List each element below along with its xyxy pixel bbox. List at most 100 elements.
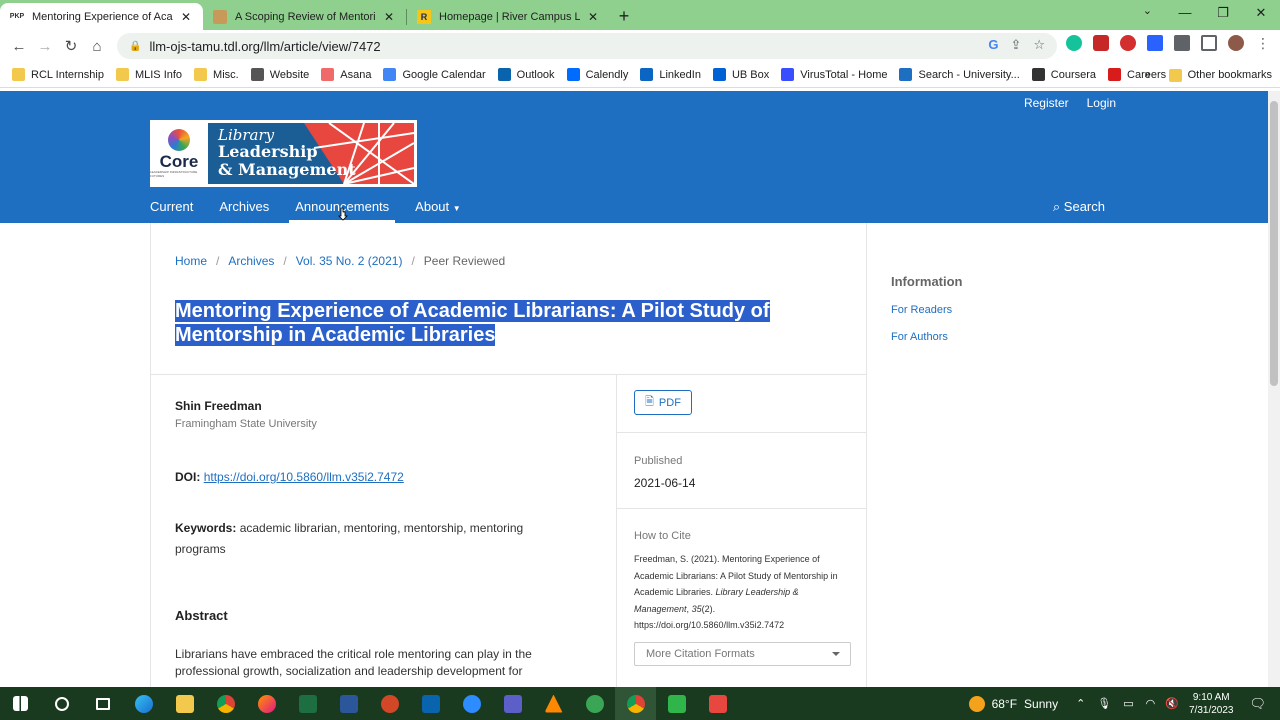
chrome-icon[interactable] [205, 687, 246, 720]
close-tab-icon[interactable]: ✕ [586, 10, 600, 24]
minimize-icon[interactable]: — [1166, 0, 1204, 26]
task-view-icon[interactable] [82, 687, 123, 720]
bookmark-item[interactable]: Website [250, 68, 309, 81]
profile-avatar[interactable] [1228, 35, 1244, 51]
breadcrumb-home[interactable]: Home [175, 254, 207, 268]
google-icon[interactable]: G [988, 37, 998, 53]
sidebar-link-for-readers[interactable]: For Readers [891, 304, 963, 316]
search-icon[interactable] [41, 687, 82, 720]
close-tab-icon[interactable]: ✕ [179, 10, 193, 24]
breadcrumb-issue[interactable]: Vol. 35 No. 2 (2021) [296, 254, 403, 268]
home-icon[interactable]: ⌂ [84, 38, 110, 55]
powerpoint-icon[interactable] [369, 687, 410, 720]
citation-formats-dropdown[interactable]: More Citation Formats [634, 642, 851, 666]
nav-about[interactable]: About ▼ [415, 199, 461, 214]
bookmark-item[interactable]: Misc. [194, 68, 239, 81]
bookmark-item[interactable]: Coursera [1031, 68, 1096, 81]
bookmark-item[interactable]: Search - University... [899, 68, 1020, 81]
menu-kebab-icon[interactable]: ⋮ [1255, 35, 1271, 51]
firefox-icon[interactable] [246, 687, 287, 720]
bookmark-item[interactable]: MLIS Info [115, 68, 182, 81]
pdf-galley-button[interactable]: 🗎 PDF [634, 390, 692, 415]
vlc-icon[interactable] [533, 687, 574, 720]
bookmark-label: UB Box [731, 68, 770, 81]
edge-icon[interactable] [123, 687, 164, 720]
site-logo[interactable]: Core LEADERSHIP INFRASTRUCTURE FUTURES L… [150, 120, 417, 187]
sidebar-link-for-authors[interactable]: For Authors [891, 331, 963, 343]
tab-title: A Scoping Review of Mentoring P [235, 10, 376, 23]
logo-line-library: Library [218, 126, 275, 144]
notification-icon[interactable]: 🗨 [1249, 696, 1266, 712]
published-label: Published [634, 455, 683, 467]
close-tab-icon[interactable]: ✕ [382, 10, 396, 24]
main-content: Home / Archives / Vol. 35 No. 2 (2021) / Peer … [150, 223, 867, 687]
bookmark-item[interactable]: RCL Internship [12, 68, 104, 81]
adblock-icon[interactable] [1120, 35, 1136, 51]
author-name: Shin Freedman [175, 399, 262, 413]
share-icon[interactable]: ⇪ [1010, 37, 1021, 53]
calendar-icon [383, 68, 397, 81]
address-bar[interactable]: 🔒 llm-ojs-tamu.tdl.org/llm/article/view/… [117, 33, 1057, 59]
other-bookmarks[interactable]: Other bookmarks [1188, 69, 1272, 81]
bookmark-item[interactable]: Google Calendar [383, 68, 486, 81]
browser-tab-active[interactable]: PKP Mentoring Experience of Academ ✕ [0, 3, 203, 30]
grammarly-icon[interactable] [1066, 35, 1082, 51]
bookmarks-overflow-icon[interactable]: » [1145, 69, 1151, 81]
close-window-icon[interactable]: ✕ [1242, 0, 1280, 26]
article-details: 🗎 PDF Published 2021-06-14 How to Cite F… [616, 375, 867, 687]
bookmark-item[interactable]: UB Box [712, 68, 770, 81]
notion-n-icon[interactable] [1147, 35, 1163, 51]
restore-icon[interactable]: ❐ [1204, 0, 1242, 26]
browser-tab-scoping-review[interactable]: A Scoping Review of Mentoring P ✕ [203, 3, 406, 30]
wifi-icon[interactable]: ◠ [1146, 697, 1156, 710]
register-link[interactable]: Register [1024, 96, 1069, 110]
word-icon[interactable] [328, 687, 369, 720]
weather-widget[interactable]: 68°F Sunny [968, 695, 1058, 712]
nav-archives[interactable]: Archives [219, 199, 269, 214]
bookmark-item[interactable]: VirusTotal - Home [781, 68, 887, 81]
doi-link[interactable]: https://doi.org/10.5860/llm.v35i2.7472 [204, 470, 404, 484]
chrome-active-icon[interactable] [615, 687, 656, 720]
battery-icon[interactable]: ▭ [1123, 697, 1133, 710]
scrollbar-thumb[interactable] [1270, 101, 1278, 386]
globe-app-icon[interactable] [574, 687, 615, 720]
windows-start-icon[interactable] [0, 687, 41, 720]
tab-search-chevron-icon[interactable]: ⌄ [1143, 4, 1152, 17]
file-explorer-icon[interactable] [164, 687, 205, 720]
core-wordmark: Core [159, 152, 199, 171]
reload-icon[interactable]: ↻ [58, 37, 84, 55]
tab-title: Mentoring Experience of Academ [32, 10, 173, 23]
chevron-up-icon[interactable]: ⌃ [1076, 697, 1085, 710]
bookmark-item[interactable]: Asana [321, 68, 371, 81]
browser-tab-river-campus[interactable]: R Homepage | River Campus Librari ✕ [407, 3, 610, 30]
citation-volume: 35 [691, 603, 702, 614]
side-panel-icon[interactable] [1201, 35, 1217, 51]
login-link[interactable]: Login [1087, 96, 1116, 110]
page-scrollbar[interactable] [1268, 91, 1280, 687]
outlook-icon[interactable] [410, 687, 451, 720]
puzzle-extensions-icon[interactable] [1174, 35, 1190, 51]
microphone-icon[interactable]: 🎙 [1097, 697, 1111, 710]
bookmark-item[interactable]: Calendly [566, 68, 628, 81]
camtasia-red-icon[interactable] [697, 687, 738, 720]
new-tab-button[interactable]: + [610, 3, 638, 30]
nav-current[interactable]: Current [150, 199, 193, 214]
bookmark-item[interactable]: LinkedIn [640, 68, 701, 81]
clock[interactable]: 9:10 AM 7/31/2023 [1189, 691, 1234, 717]
bookmark-star-icon[interactable]: ☆ [1033, 37, 1045, 53]
breadcrumb-archives[interactable]: Archives [228, 254, 274, 268]
system-tray: 68°F Sunny ⌃ 🎙 ▭ ◠ 🔇 9:10 AM 7/31/2023 🗨 [968, 687, 1280, 720]
forward-arrow-icon[interactable]: → [32, 38, 58, 55]
teams-icon[interactable] [492, 687, 533, 720]
extension-badge-icon[interactable] [1093, 35, 1109, 51]
breadcrumb-separator: / [216, 254, 220, 268]
zoom-icon[interactable] [451, 687, 492, 720]
speaker-muted-icon[interactable]: 🔇 [1165, 697, 1179, 710]
search-link[interactable]: ⌕ Search [1053, 199, 1105, 215]
lock-icon[interactable]: 🔒 [129, 41, 141, 52]
mouse-cursor-icon [338, 207, 348, 221]
back-arrow-icon[interactable]: ← [6, 38, 32, 55]
bookmark-item[interactable]: Outlook [497, 68, 555, 81]
camtasia-green-icon[interactable] [656, 687, 697, 720]
excel-icon[interactable] [287, 687, 328, 720]
